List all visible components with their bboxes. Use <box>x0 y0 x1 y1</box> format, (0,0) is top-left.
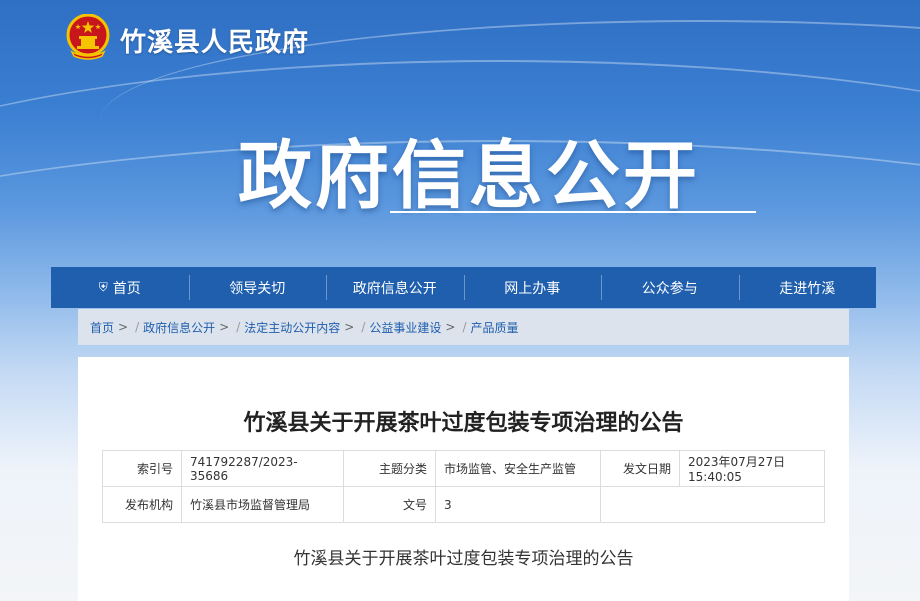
hero-title: 政府信息公开 <box>238 133 700 219</box>
nav-item-label: 网上办事 <box>504 280 561 297</box>
nav-item-home[interactable]: ⛨ 首页 <box>51 267 189 308</box>
home-icon: ⛨ <box>98 280 108 294</box>
breadcrumb-slash: / <box>236 320 241 334</box>
hero-underline <box>390 211 756 213</box>
nav-item-label: 公众参与 <box>641 280 698 297</box>
article-meta-table: 索引号 741792287/2023-35686 主题分类 市场监管、安全生产监… <box>102 450 825 523</box>
breadcrumb-slash: / <box>361 320 366 334</box>
nav-item-leadership[interactable]: 领导关切 <box>188 267 327 308</box>
table-row: 发布机构 竹溪县市场监督管理局 文号 3 <box>102 486 825 523</box>
breadcrumb-separator: > <box>445 320 456 334</box>
nav-item-about-zhuxi[interactable]: 走进竹溪 <box>738 267 877 308</box>
meta-value: 3 <box>435 486 601 523</box>
meta-value: 741792287/2023-35686 <box>181 450 344 487</box>
site-name[interactable]: 竹溪县人民政府 <box>120 22 309 59</box>
meta-label: 发布机构 <box>102 486 182 523</box>
meta-label: 主题分类 <box>343 450 436 487</box>
breadcrumb-slash: / <box>135 320 140 334</box>
breadcrumb: 首页 > / 政府信息公开 > / 法定主动公开内容 > / 公益事业建设 > … <box>78 309 849 345</box>
breadcrumb-link[interactable]: 公益事业建设 <box>369 319 441 336</box>
meta-value: 竹溪县市场监督管理局 <box>181 486 344 523</box>
meta-label: 文号 <box>343 486 436 523</box>
article-title: 竹溪县关于开展茶叶过度包装专项治理的公告 <box>243 411 684 436</box>
national-emblem-icon[interactable] <box>66 14 110 60</box>
breadcrumb-separator: > <box>118 320 129 334</box>
article-body-title: 竹溪县关于开展茶叶过度包装专项治理的公告 <box>293 549 634 569</box>
nav-item-label: 走进竹溪 <box>779 280 836 297</box>
nav-item-label: 首页 <box>112 280 141 297</box>
nav-item-label: 领导关切 <box>229 280 286 297</box>
breadcrumb-link[interactable]: 政府信息公开 <box>143 319 215 336</box>
main-nav: ⛨ 首页 领导关切 政府信息公开 网上办事 公众参与 走进竹溪 <box>51 267 876 308</box>
article-panel: 竹溪县关于开展茶叶过度包装专项治理的公告 索引号 741792287/2023-… <box>78 357 849 601</box>
breadcrumb-separator: > <box>219 320 230 334</box>
nav-item-label: 政府信息公开 <box>352 280 437 297</box>
breadcrumb-link[interactable]: 产品质量 <box>471 319 519 336</box>
nav-item-public-participation[interactable]: 公众参与 <box>601 267 739 308</box>
nav-item-online-services[interactable]: 网上办事 <box>463 267 602 308</box>
breadcrumb-link[interactable]: 法定主动公开内容 <box>244 319 340 336</box>
meta-value: 市场监管、安全生产监管 <box>435 450 601 487</box>
table-row: 索引号 741792287/2023-35686 主题分类 市场监管、安全生产监… <box>102 450 825 487</box>
breadcrumb-slash: / <box>462 320 467 334</box>
meta-label: 发文日期 <box>600 450 680 487</box>
breadcrumb-link[interactable]: 首页 <box>90 319 114 336</box>
nav-item-info-disclosure[interactable]: 政府信息公开 <box>326 267 464 308</box>
breadcrumb-separator: > <box>344 320 355 334</box>
meta-value: 2023年07月27日 15:40:05 <box>679 450 825 487</box>
meta-label: 索引号 <box>102 450 182 487</box>
meta-empty-cell <box>600 486 825 523</box>
